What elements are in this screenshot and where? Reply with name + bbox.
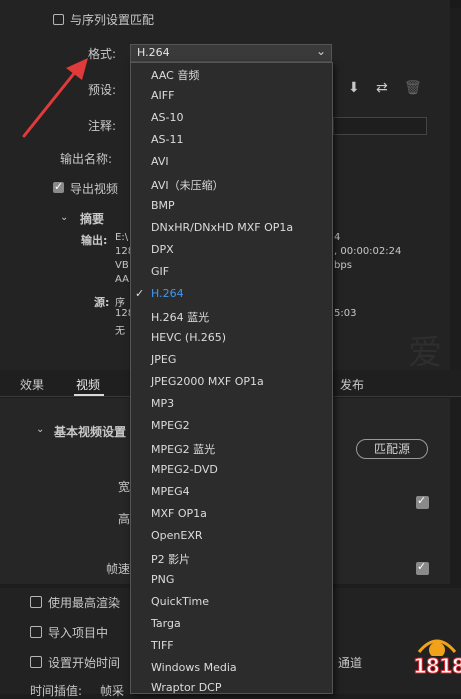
format-option[interactable]: DPX: [151, 243, 174, 256]
section-title: 基本视频设置: [54, 425, 127, 439]
tab-video[interactable]: 视频: [76, 376, 100, 393]
output-name-label: 输出名称:: [60, 152, 113, 166]
format-option[interactable]: Wraptor DCP: [151, 681, 221, 694]
site-logo: 18183: [413, 632, 461, 690]
format-option[interactable]: TIFF: [151, 639, 174, 652]
output-line-1: E:\: [115, 232, 129, 243]
summary-collapse-icon[interactable]: ⌄: [60, 212, 68, 223]
format-option[interactable]: AVI（未压缩）: [151, 177, 224, 193]
format-option[interactable]: AIFF: [151, 89, 174, 102]
summary-label: 摘要: [80, 212, 105, 226]
format-option[interactable]: H.264 蓝光: [151, 309, 209, 325]
fps-label: 帧速: [106, 562, 131, 576]
time-interpolation-label: 时间插值:: [30, 684, 83, 698]
output-line-4: AA: [115, 274, 129, 285]
format-select[interactable]: H.264 ⌄: [130, 44, 332, 62]
format-option[interactable]: MPEG2 蓝光: [151, 441, 215, 457]
channel-label-fragment: 通道: [338, 656, 363, 670]
background-watermark: 爱: [408, 333, 442, 373]
format-option[interactable]: GIF: [151, 265, 169, 278]
set-start-time-checkbox[interactable]: [30, 656, 42, 668]
format-option[interactable]: DNxHR/DNxHD MXF OP1a: [151, 221, 293, 234]
comment-input[interactable]: [333, 117, 427, 135]
section-collapse-icon[interactable]: ⌄: [36, 424, 44, 435]
link-dimensions-checkbox[interactable]: [416, 494, 429, 509]
format-option[interactable]: OpenEXR: [151, 529, 203, 542]
format-option[interactable]: JPEG: [151, 353, 176, 366]
import-project-label: 导入项目中: [48, 626, 109, 640]
source-summary-label: 源:: [94, 296, 110, 309]
export-video-checkbox[interactable]: [53, 180, 64, 193]
format-option[interactable]: HEVC (H.265): [151, 331, 226, 344]
time-interpolation-value[interactable]: 帧采: [100, 682, 124, 699]
source-line-1: 序: [115, 298, 125, 309]
format-option[interactable]: Windows Media: [151, 661, 237, 674]
format-option[interactable]: MXF OP1a: [151, 507, 207, 520]
height-label: 高: [118, 512, 131, 526]
format-option[interactable]: P2 影片: [151, 551, 190, 567]
fps-checkbox[interactable]: [416, 560, 429, 575]
save-preset-icon[interactable]: ⇄: [376, 80, 388, 96]
format-option-selected[interactable]: H.264: [151, 287, 184, 300]
format-option[interactable]: AS-10: [151, 111, 183, 124]
use-max-render-label: 使用最高渲染: [48, 596, 121, 610]
format-option[interactable]: MPEG2: [151, 419, 190, 432]
logo-text: 18183: [413, 654, 461, 679]
annotation-arrow-icon: [22, 58, 88, 138]
format-option[interactable]: AS-11: [151, 133, 183, 146]
delete-preset-icon[interactable]: 🗑: [404, 80, 422, 96]
output-right-2: , 00:00:02:24: [334, 246, 402, 257]
match-source-button[interactable]: 匹配源: [356, 439, 428, 459]
tab-publish[interactable]: 发布: [340, 376, 364, 393]
format-select-value: H.264: [137, 46, 170, 59]
format-option[interactable]: MPEG4: [151, 485, 190, 498]
source-right: 5:03: [334, 308, 357, 319]
format-option[interactable]: PNG: [151, 573, 174, 586]
format-option[interactable]: MPEG2-DVD: [151, 463, 218, 476]
format-option[interactable]: QuickTime: [151, 595, 209, 608]
import-preset-icon[interactable]: ⬇: [348, 80, 360, 96]
format-option[interactable]: JPEG2000 MXF OP1a: [151, 375, 264, 388]
use-max-render-checkbox[interactable]: [30, 596, 42, 608]
export-video-label: 导出视频: [70, 182, 119, 196]
output-line-3: VB: [115, 260, 129, 271]
match-sequence-label: 与序列设置匹配: [70, 13, 155, 27]
format-option[interactable]: BMP: [151, 199, 175, 212]
format-dropdown-list: AAC 音频 AIFF AS-10 AS-11 AVI AVI（未压缩） BMP…: [130, 62, 333, 694]
set-start-time-label: 设置开始时间: [48, 656, 121, 670]
logo-sun-icon: [417, 639, 457, 656]
tab-effects[interactable]: 效果: [20, 376, 44, 393]
format-option[interactable]: MP3: [151, 397, 174, 410]
import-project-checkbox[interactable]: [30, 626, 42, 638]
format-option[interactable]: AAC 音频: [151, 67, 199, 83]
source-line-3: 无: [115, 326, 125, 337]
output-summary-label: 输出:: [81, 234, 108, 247]
chevron-down-icon: ⌄: [315, 44, 326, 58]
format-option[interactable]: AVI: [151, 155, 169, 168]
width-label: 宽: [118, 480, 131, 494]
output-right-1: 4: [334, 232, 341, 243]
checkmark-icon: ✓: [135, 287, 145, 300]
output-right-3: bps: [334, 260, 352, 271]
tab-video-underline: [74, 394, 104, 396]
match-sequence-checkbox[interactable]: [53, 14, 64, 25]
format-option[interactable]: Targa: [151, 617, 181, 630]
